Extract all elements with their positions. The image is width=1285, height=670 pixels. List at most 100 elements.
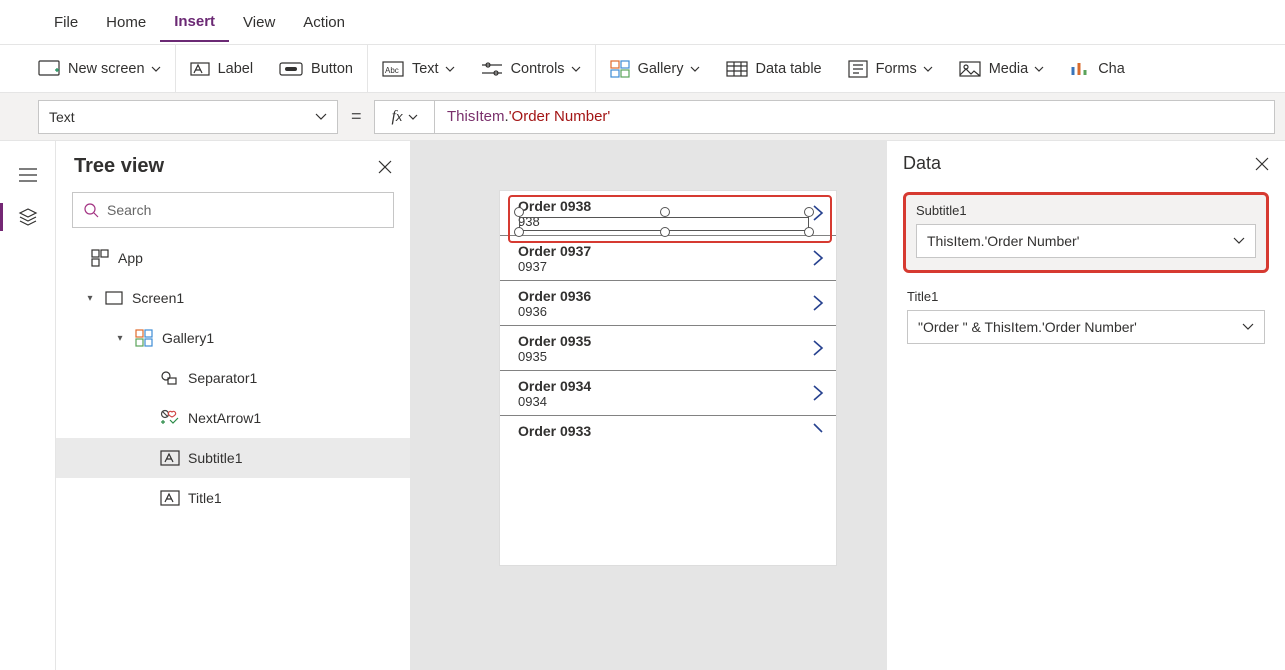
- ribbon-label: Button: [311, 61, 353, 77]
- ribbon-gallery-menu[interactable]: Gallery: [602, 45, 708, 92]
- svg-text:Abc: Abc: [385, 66, 399, 75]
- tree-search-input[interactable]: Search: [72, 192, 394, 228]
- data-card-label: Subtitle1: [916, 203, 1256, 218]
- left-rail: [0, 141, 56, 670]
- gallery-item[interactable]: Order 0933: [500, 416, 836, 445]
- chevron-right-icon[interactable]: [812, 294, 824, 312]
- tree-item-label: Subtitle1: [188, 450, 242, 466]
- tree-item-app[interactable]: App: [56, 238, 410, 278]
- gallery-item-subtitle: 0935: [518, 349, 824, 364]
- tree-item-label: Title1: [188, 490, 222, 506]
- ribbon-new-screen[interactable]: New screen: [30, 45, 169, 92]
- property-selector[interactable]: Text: [38, 100, 338, 134]
- tree-item-screen1[interactable]: ▾ Screen1: [56, 278, 410, 318]
- ribbon-chart-menu[interactable]: Cha: [1062, 45, 1133, 92]
- rail-hamburger[interactable]: [10, 157, 46, 193]
- chevron-down-icon: [923, 66, 933, 72]
- ribbon-datatable[interactable]: Data table: [718, 45, 830, 92]
- rail-treeview[interactable]: [10, 199, 46, 235]
- data-card-field[interactable]: ThisItem.'Order Number': [916, 224, 1256, 258]
- data-card-title1: Title1 "Order " & ThisItem.'Order Number…: [903, 289, 1269, 344]
- gallery-item-subtitle: 0936: [518, 304, 824, 319]
- ribbon-label: Forms: [876, 61, 917, 77]
- data-pane-title: Data: [903, 153, 941, 174]
- gallery-icon: [134, 328, 154, 348]
- tree-item-separator1[interactable]: Separator1: [56, 358, 410, 398]
- ribbon-controls-menu[interactable]: Controls: [473, 45, 589, 92]
- ribbon-separator: [367, 45, 368, 93]
- resize-handle[interactable]: [514, 207, 524, 217]
- chevron-down-icon: [445, 66, 455, 72]
- ribbon-label: Data table: [756, 61, 822, 77]
- tree-item-label: NextArrow1: [188, 410, 261, 426]
- close-icon[interactable]: [378, 160, 392, 174]
- property-selector-value: Text: [49, 109, 75, 125]
- separator-icon: [160, 368, 180, 388]
- ribbon-media-menu[interactable]: Media: [951, 45, 1053, 92]
- chevron-down-icon: [1242, 323, 1254, 331]
- phone-preview: Order 0938938Order 09370937Order 0936093…: [499, 190, 837, 566]
- fx-dropdown[interactable]: fx: [374, 100, 434, 134]
- ribbon-text-menu[interactable]: Abc Text: [374, 45, 463, 92]
- menu-insert[interactable]: Insert: [160, 3, 229, 42]
- data-pane: Data Subtitle1 ThisItem.'Order Number' T…: [886, 141, 1285, 670]
- subtitle-selection[interactable]: [519, 217, 809, 231]
- gallery-icon: [610, 60, 630, 78]
- forms-icon: [848, 60, 868, 78]
- formula-input[interactable]: ThisItem . 'Order Number': [434, 100, 1275, 134]
- caret-down-icon: ▾: [114, 333, 126, 344]
- ribbon-label: Label: [218, 61, 253, 77]
- ribbon-label: Media: [989, 61, 1029, 77]
- tree-item-gallery1[interactable]: ▾ Gallery1: [56, 318, 410, 358]
- tree-view-title: Tree view: [74, 155, 164, 178]
- chevron-right-icon[interactable]: [812, 422, 824, 440]
- tree-item-label: Screen1: [132, 290, 184, 306]
- resize-handle[interactable]: [660, 207, 670, 217]
- ribbon-label: Gallery: [638, 61, 684, 77]
- resize-handle[interactable]: [804, 207, 814, 217]
- ribbon-label: Controls: [511, 61, 565, 77]
- data-card-field[interactable]: "Order " & ThisItem.'Order Number': [907, 310, 1265, 344]
- chevron-right-icon[interactable]: [812, 339, 824, 357]
- caret-down-icon: ▾: [84, 293, 96, 304]
- data-card-subtitle1: Subtitle1 ThisItem.'Order Number': [903, 192, 1269, 273]
- gallery-item[interactable]: Order 09350935: [500, 326, 836, 371]
- text-icon: Abc: [382, 61, 404, 77]
- chevron-right-icon[interactable]: [812, 384, 824, 402]
- screen-icon: [104, 288, 124, 308]
- ribbon-button-control[interactable]: Button: [271, 45, 361, 92]
- fx-label: fx: [391, 108, 402, 126]
- gallery-item-subtitle: 0937: [518, 259, 824, 274]
- chevron-down-icon: [151, 66, 161, 72]
- menu-home[interactable]: Home: [92, 4, 160, 41]
- menu-view[interactable]: View: [229, 4, 289, 41]
- chevron-right-icon[interactable]: [812, 249, 824, 267]
- resize-handle[interactable]: [514, 227, 524, 237]
- resize-handle[interactable]: [804, 227, 814, 237]
- menu-bar: File Home Insert View Action: [0, 0, 1285, 45]
- ribbon-label-control[interactable]: Label: [182, 45, 261, 92]
- menu-file[interactable]: File: [40, 4, 92, 41]
- resize-handle[interactable]: [660, 227, 670, 237]
- gallery-item[interactable]: Order 09360936: [500, 281, 836, 326]
- gallery-item-subtitle: 0934: [518, 394, 824, 409]
- ribbon-forms-menu[interactable]: Forms: [840, 45, 941, 92]
- chevron-down-icon: [408, 114, 418, 120]
- canvas[interactable]: Order 0938938Order 09370937Order 0936093…: [411, 141, 886, 670]
- equals-sign: =: [338, 106, 374, 127]
- tree-item-title1[interactable]: Title1: [56, 478, 410, 518]
- ribbon-label: Cha: [1098, 61, 1125, 77]
- gallery-item-title: Order 0937: [518, 243, 824, 259]
- chart-icon: [1070, 61, 1090, 77]
- label-icon: [160, 488, 180, 508]
- ribbon-separator: [595, 45, 596, 93]
- chevron-down-icon: [1233, 237, 1245, 245]
- screen-icon: [38, 60, 60, 78]
- tree-item-subtitle1[interactable]: Subtitle1: [56, 438, 410, 478]
- tree-item-nextarrow1[interactable]: NextArrow1: [56, 398, 410, 438]
- tree-view-pane: Tree view Search App ▾ Screen1 ▾ Gallery…: [56, 141, 411, 670]
- chevron-down-icon: [690, 66, 700, 72]
- gallery-item[interactable]: Order 09340934: [500, 371, 836, 416]
- close-icon[interactable]: [1255, 157, 1269, 171]
- menu-action[interactable]: Action: [289, 4, 359, 41]
